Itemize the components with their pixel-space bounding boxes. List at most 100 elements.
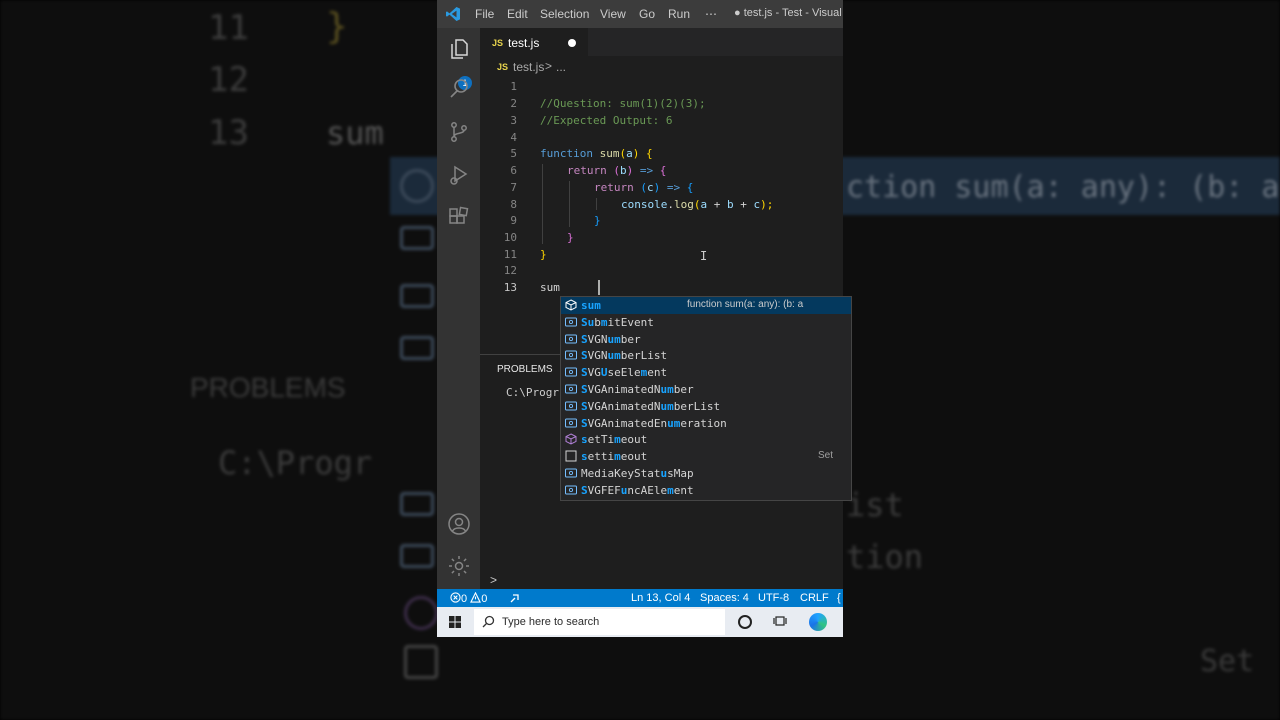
suggest-item[interactable]: settimeout Set: [561, 448, 851, 465]
bg-line-number: 12: [208, 60, 249, 100]
indent-guide: [596, 198, 597, 210]
suggest-item[interactable]: SVGAnimatedNumber: [561, 381, 851, 398]
windows-taskbar: Type here to search: [437, 607, 843, 637]
bg-signature: ction sum(a: any): (b: a: [846, 170, 1280, 205]
code-line-5: function sum(a) {: [540, 147, 653, 160]
suggest-item-label: SVGNumber: [581, 332, 641, 346]
code-line-6: return (b) => {: [567, 164, 667, 177]
encoding[interactable]: UTF-8: [758, 592, 789, 604]
code-line-2: //Question: sum(1)(2)(3);: [540, 97, 706, 110]
unsaved-dot-icon[interactable]: [568, 39, 576, 47]
menu-go[interactable]: Go: [639, 7, 655, 21]
line-number: 7: [510, 181, 517, 194]
line-number: 6: [510, 164, 517, 177]
edge-browser-icon[interactable]: [809, 613, 827, 631]
task-view-icon[interactable]: [773, 615, 787, 627]
bg-typed: sum: [326, 114, 384, 152]
run-debug-icon[interactable]: [447, 163, 471, 187]
variable-icon: [565, 485, 577, 495]
indentation[interactable]: Spaces: 4: [700, 592, 749, 604]
search-icon[interactable]: [447, 77, 471, 101]
suggest-item-label: SVGAnimatedEnumeration: [581, 416, 727, 430]
text-cursor: [598, 280, 600, 295]
language-mode[interactable]: {: [837, 592, 841, 604]
problems-status[interactable]: 0 0: [450, 591, 487, 605]
menu-selection[interactable]: Selection: [540, 7, 589, 21]
end-of-line[interactable]: CRLF: [800, 592, 829, 604]
tab-bar: JS test.js: [480, 28, 843, 57]
suggest-item[interactable]: SubmitEvent: [561, 314, 851, 331]
js-file-icon: JS: [497, 62, 509, 72]
variable-icon: [565, 317, 577, 327]
menu-file[interactable]: File: [475, 7, 494, 21]
suggest-item[interactable]: SVGAnimatedEnumeration: [561, 415, 851, 432]
bg-var-icon: [400, 336, 434, 360]
menu-more[interactable]: ⋯: [705, 7, 717, 21]
variable-icon: [565, 384, 577, 394]
code-line-8: console.log(a + b + c);: [621, 198, 774, 211]
cursor-position[interactable]: Ln 13, Col 4: [631, 592, 690, 604]
windows-start-icon[interactable]: [449, 616, 461, 628]
bg-brace: }: [326, 6, 348, 47]
tab-test-js[interactable]: JS test.js: [480, 28, 588, 57]
taskbar-search-box[interactable]: Type here to search: [474, 609, 725, 635]
code-line-10: }: [567, 231, 574, 244]
bg-line-number: 13: [208, 113, 249, 153]
terminal-chevron-icon: >: [490, 573, 498, 587]
cortana-icon[interactable]: [738, 615, 752, 629]
bg-text-icon: [404, 645, 438, 679]
suggest-item-label: SVGFEFuncAElement: [581, 483, 694, 497]
breadcrumb-symbols[interactable]: ...: [556, 60, 566, 74]
variable-icon: [565, 468, 577, 478]
js-file-icon: JS: [492, 38, 504, 48]
suggest-item[interactable]: sum function sum(a: any): (b: a: [561, 297, 851, 314]
line-number-current: 13: [503, 281, 517, 294]
code-line-13: sum: [540, 281, 560, 294]
indent-guide: [569, 181, 570, 227]
menu-edit[interactable]: Edit: [507, 7, 528, 21]
line-number: 11: [503, 248, 517, 261]
suggest-item[interactable]: SVGAnimatedNumberList: [561, 398, 851, 415]
settings-gear-icon[interactable]: [447, 554, 471, 578]
bg-fragment: tion: [846, 538, 924, 576]
suggest-item[interactable]: SVGNumber: [561, 331, 851, 348]
suggest-item[interactable]: SVGNumberList: [561, 347, 851, 364]
bg-cube-icon: [400, 169, 434, 203]
live-share-icon[interactable]: [509, 592, 521, 607]
suggest-item-label: SVGUseElement: [581, 366, 668, 380]
bg-panel-label: PROBLEMS: [190, 372, 346, 403]
code-line-3: //Expected Output: 6: [540, 114, 673, 127]
breadcrumb-file[interactable]: test.js: [513, 60, 544, 74]
bg-var-icon: [400, 226, 434, 250]
suggest-item-label: MediaKeyStatusMap: [581, 467, 694, 480]
suggest-item[interactable]: MediaKeyStatusMap: [561, 465, 851, 482]
extensions-icon[interactable]: [447, 205, 471, 229]
suggest-widget: sum function sum(a: any): (b: a SubmitEven…: [560, 296, 852, 501]
bg-method-icon: [404, 596, 438, 630]
indent-guide: [542, 164, 543, 244]
code-line-11: }: [540, 248, 547, 261]
title-bar: File Edit Selection View Go Run ⋯ ● test…: [437, 0, 843, 28]
bg-var-icon: [400, 284, 434, 308]
error-icon: [450, 592, 461, 603]
menu-run[interactable]: Run: [668, 7, 690, 21]
suggest-item-detail: function sum(a: any): (b: a: [687, 299, 804, 310]
suggest-item-label: SVGNumberList: [581, 349, 668, 363]
line-number: 4: [510, 131, 517, 144]
line-number: 10: [503, 231, 517, 244]
suggest-item-label: SVGAnimatedNumber: [581, 383, 694, 396]
suggest-item[interactable]: SVGFEFuncAElement: [561, 482, 851, 499]
account-icon[interactable]: [447, 512, 471, 536]
files-icon[interactable]: [447, 37, 471, 61]
text-icon: [565, 450, 577, 462]
suggest-item[interactable]: setTimeout: [561, 431, 851, 448]
menu-view[interactable]: View: [600, 7, 626, 21]
line-number: 12: [503, 264, 517, 277]
bg-terminal: C:\Progr: [218, 444, 373, 482]
code-line-9: }: [594, 214, 601, 227]
source-control-icon[interactable]: [447, 120, 471, 144]
method-icon: [565, 433, 577, 445]
suggest-item[interactable]: SVGUseElement: [561, 364, 851, 381]
tab-problems[interactable]: PROBLEMS: [497, 364, 553, 375]
suggest-item-label: SubmitEvent: [581, 315, 654, 329]
